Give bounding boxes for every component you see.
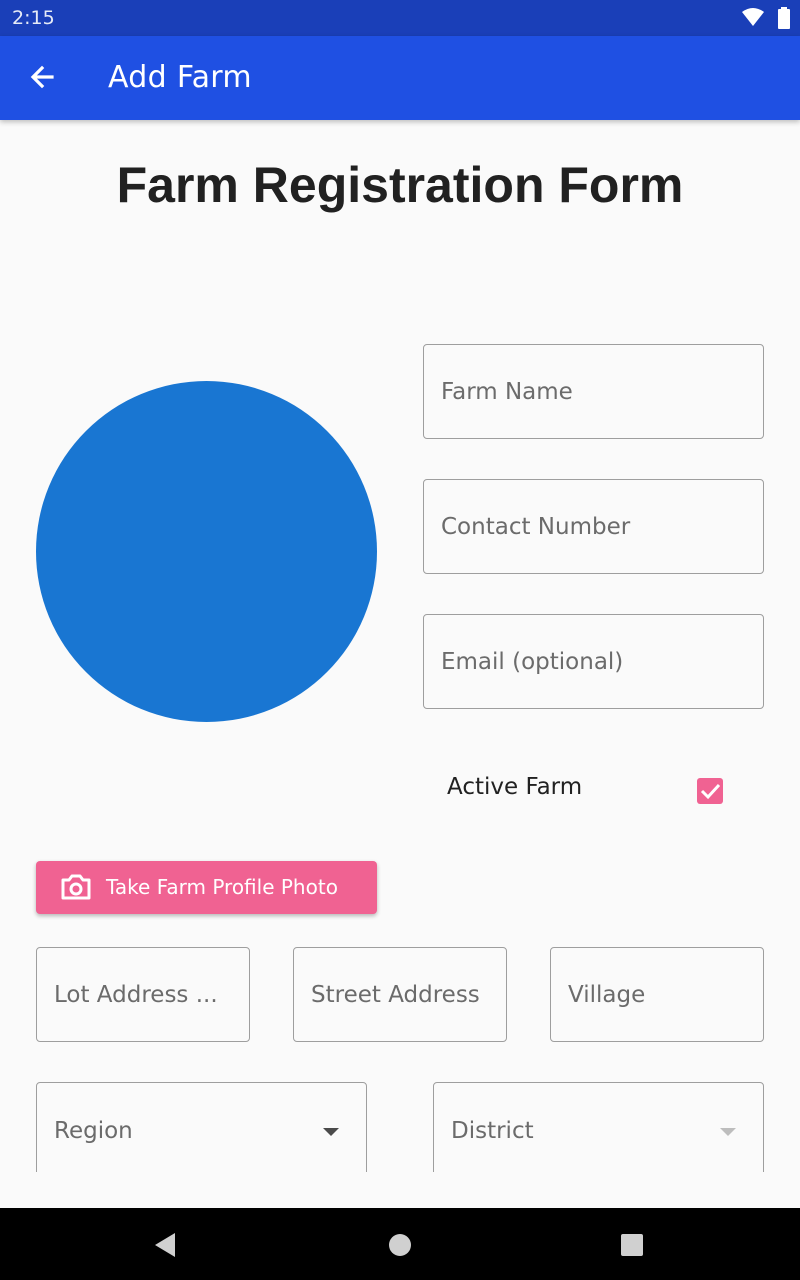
camera-icon <box>61 874 91 900</box>
check-icon <box>700 783 721 800</box>
email-field[interactable]: Email (optional) <box>423 614 764 709</box>
battery-icon <box>778 7 790 29</box>
take-photo-label: Take Farm Profile Photo <box>106 875 338 899</box>
region-label: Region <box>54 1117 133 1144</box>
back-triangle-icon[interactable] <box>153 1232 177 1258</box>
system-nav-bar <box>0 1208 800 1280</box>
district-label: District <box>451 1117 534 1144</box>
arrow-back-icon <box>30 65 54 89</box>
farm-avatar[interactable] <box>36 381 377 722</box>
status-bar: 2:15 <box>0 0 800 36</box>
dropdown-arrow-icon <box>323 1128 339 1136</box>
farm-name-field[interactable]: Farm Name <box>423 344 764 439</box>
village-field[interactable]: Village <box>550 947 764 1042</box>
district-dropdown[interactable]: District <box>433 1082 764 1172</box>
status-time: 2:15 <box>12 7 55 29</box>
form-content[interactable]: Farm Registration Form Farm Name Contact… <box>0 120 800 1172</box>
recents-square-icon[interactable] <box>621 1232 643 1258</box>
village-label: Village <box>568 981 646 1008</box>
region-dropdown[interactable]: Region <box>36 1082 367 1172</box>
home-circle-icon[interactable] <box>389 1232 411 1258</box>
farm-name-label: Farm Name <box>441 378 573 405</box>
take-photo-button[interactable]: Take Farm Profile Photo <box>36 861 377 914</box>
wifi-icon <box>742 8 764 26</box>
dropdown-arrow-icon <box>720 1128 736 1136</box>
street-address-label: Street Address <box>311 981 480 1008</box>
form-title: Farm Registration Form <box>116 157 684 213</box>
email-label: Email (optional) <box>441 648 624 675</box>
street-address-field[interactable]: Street Address <box>293 947 507 1042</box>
app-title: Add Farm <box>108 60 252 95</box>
active-farm-checkbox[interactable] <box>697 778 723 804</box>
active-farm-label: Active Farm <box>447 774 583 800</box>
lot-address-label: Lot Address ... <box>54 981 218 1008</box>
back-button[interactable] <box>22 58 62 98</box>
app-bar: Add Farm <box>0 36 800 120</box>
contact-number-label: Contact Number <box>441 513 631 540</box>
lot-address-field[interactable]: Lot Address ... <box>36 947 250 1042</box>
contact-number-field[interactable]: Contact Number <box>423 479 764 574</box>
